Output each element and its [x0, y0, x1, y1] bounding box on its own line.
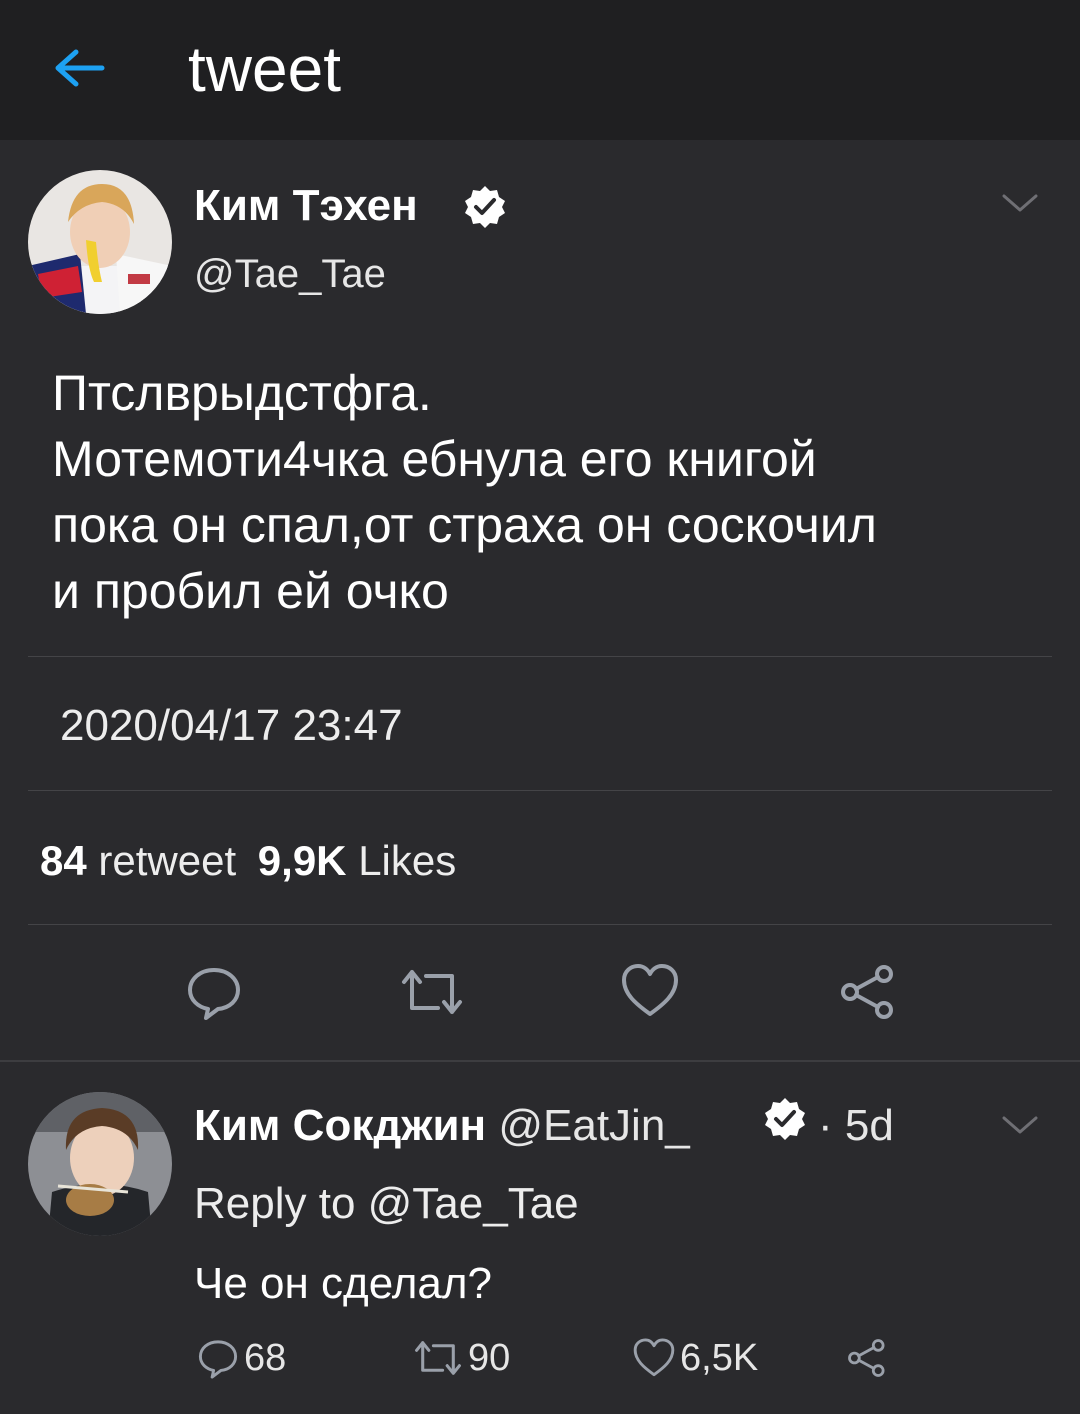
reply-retweet-count: 90	[468, 1337, 511, 1379]
share-icon[interactable]	[838, 962, 898, 1022]
retweet-icon[interactable]	[398, 964, 466, 1020]
reply-reply-count: 68	[244, 1337, 287, 1379]
reply-meta: · 5d	[818, 1100, 894, 1152]
tweet-text-line: Птслврыдстфга.	[52, 365, 432, 421]
tweet-text-line: и пробил ей очко	[52, 563, 449, 619]
back-arrow-icon[interactable]	[46, 38, 110, 98]
reply-header: Ким Сокджин @EatJin_	[194, 1100, 690, 1152]
retweet-count[interactable]: 84	[40, 837, 87, 884]
reply-like-count: 6,5K	[680, 1337, 759, 1379]
reply-text: Че он сделал?	[194, 1259, 492, 1308]
reply-to-label[interactable]: Reply to @Tae_Tae	[194, 1178, 579, 1230]
tweet-text: Птслврыдстфга. Мотемоти4чка ебнула его к…	[52, 360, 1042, 624]
reply-icon	[198, 1340, 238, 1379]
like-icon[interactable]	[620, 962, 680, 1020]
author-avatar[interactable]	[28, 170, 172, 314]
like-count[interactable]: 9,9K	[258, 837, 347, 884]
dot-separator: ·	[818, 1101, 833, 1150]
author-name[interactable]: Ким Тэхен	[194, 180, 418, 232]
page-title: tweet	[188, 33, 341, 105]
reply-like-action[interactable]: 6,5K	[632, 1334, 758, 1382]
tweet-stats: 84 retweet 9,9K Likes	[40, 836, 456, 886]
retweet-label[interactable]: retweet	[98, 837, 236, 884]
reply-age: 5d	[844, 1101, 894, 1150]
divider	[28, 790, 1052, 791]
tweet-timestamp[interactable]: 2020/04/17 23:47	[60, 700, 403, 752]
retweet-icon	[415, 1341, 461, 1375]
tweet-text-line: пока он спал,от страха он соскочил	[52, 497, 877, 553]
tweet-text-line: Мотемоти4чка ебнула его книгой	[52, 431, 817, 487]
top-bar: tweet	[0, 0, 1080, 140]
reply-author-avatar[interactable]	[28, 1092, 172, 1236]
author-handle[interactable]: @Tae_Tae	[194, 250, 386, 298]
reply-icon[interactable]	[184, 962, 244, 1022]
chevron-down-icon[interactable]	[1000, 1114, 1040, 1138]
share-icon	[848, 1339, 885, 1377]
reply-reply-action[interactable]: 68	[196, 1334, 286, 1382]
section-divider	[0, 1060, 1080, 1062]
verified-badge-icon	[462, 184, 508, 230]
reply-author-name[interactable]: Ким Сокджин	[194, 1101, 486, 1150]
reply-share-action[interactable]	[846, 1334, 888, 1382]
reply-retweet-action[interactable]: 90	[412, 1334, 510, 1382]
divider	[28, 656, 1052, 657]
like-label[interactable]: Likes	[358, 837, 456, 884]
divider	[28, 924, 1052, 925]
reply-author-handle[interactable]: @EatJin_	[498, 1101, 689, 1150]
like-icon	[633, 1338, 675, 1377]
verified-badge-icon	[762, 1096, 808, 1142]
chevron-down-icon[interactable]	[1000, 192, 1040, 216]
